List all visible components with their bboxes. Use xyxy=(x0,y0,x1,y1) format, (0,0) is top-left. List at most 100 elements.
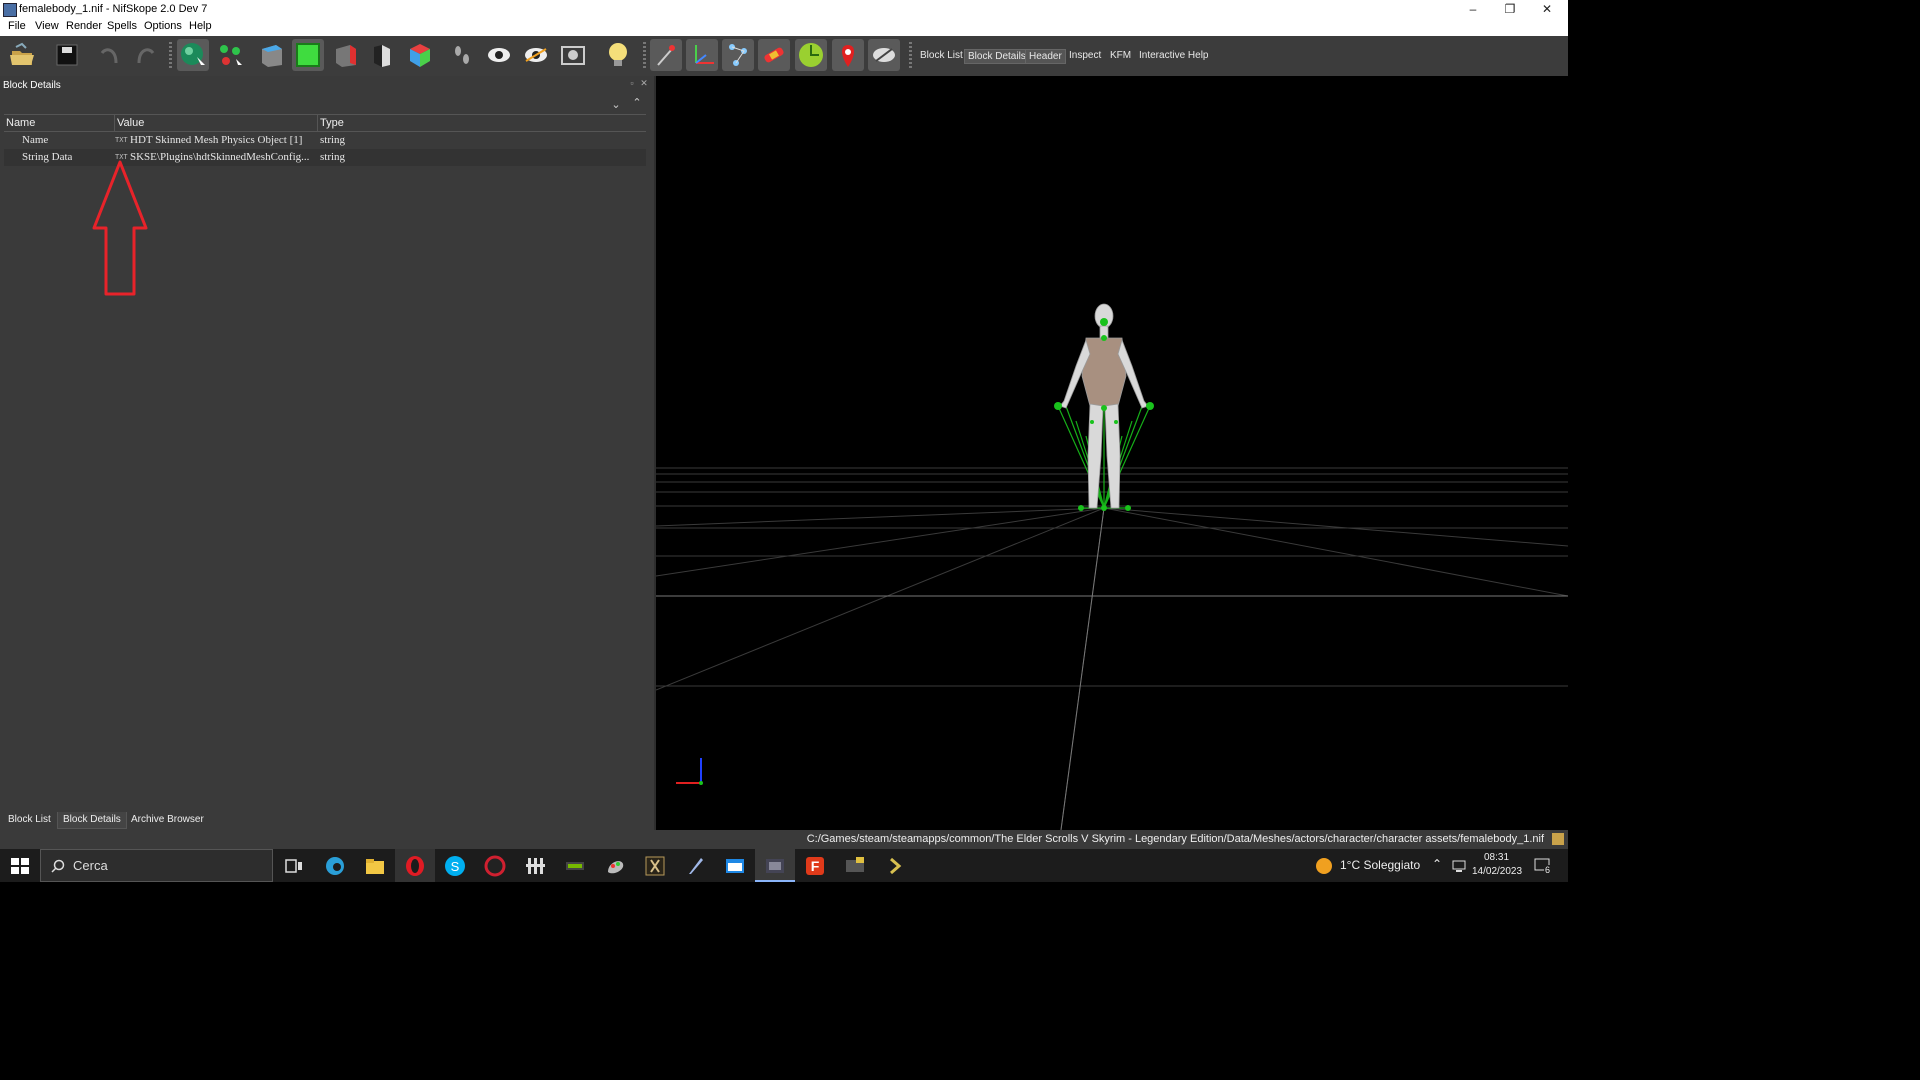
skype-icon[interactable]: S xyxy=(443,854,467,878)
opera-browser-icon[interactable] xyxy=(403,854,427,878)
havok-icon[interactable] xyxy=(795,39,827,71)
open-file-icon[interactable] xyxy=(6,39,38,71)
weather-sun-icon[interactable] xyxy=(1312,854,1336,878)
constraints-icon[interactable] xyxy=(758,39,790,71)
minimize-button[interactable]: – xyxy=(1454,0,1492,18)
tab-header[interactable]: Header xyxy=(1025,49,1066,64)
lighting-bulb-icon[interactable] xyxy=(602,39,634,71)
axes-icon[interactable] xyxy=(686,39,718,71)
shading-cube-icon[interactable] xyxy=(256,39,288,71)
nvidia-app-icon[interactable] xyxy=(563,854,587,878)
tab-kfm[interactable]: KFM xyxy=(1107,49,1134,62)
game-app-icon[interactable] xyxy=(483,854,507,878)
select-object-icon[interactable] xyxy=(177,39,209,71)
menu-bar: File View Render Spells Options Help xyxy=(0,18,1568,36)
nifskope-app-icon xyxy=(3,3,17,17)
column-header-name[interactable]: Name xyxy=(4,115,115,131)
visibility-eye-icon[interactable] xyxy=(483,39,515,71)
title-bar: femalebody_1.nif - NifSkope 2.0 Dev 7 – … xyxy=(0,0,1568,18)
file-path: C:/Games/steam/steamapps/common/The Elde… xyxy=(806,833,1544,845)
svg-text:S: S xyxy=(451,859,460,874)
hidden-eye-icon[interactable] xyxy=(520,39,552,71)
red-arrow-annotation xyxy=(92,160,148,296)
redo-icon[interactable] xyxy=(129,39,161,71)
undo-icon[interactable] xyxy=(94,39,126,71)
nodes-icon[interactable] xyxy=(722,39,754,71)
expand-all-icon[interactable]: ⌄ xyxy=(611,100,621,111)
menu-render[interactable]: Render xyxy=(66,20,102,32)
grid-floor xyxy=(656,303,1568,830)
glow-cube-icon[interactable] xyxy=(404,39,436,71)
restore-button[interactable]: ❐ xyxy=(1491,0,1529,18)
taskbar-search[interactable]: Cerca xyxy=(40,849,273,882)
hidden-objects-eye-icon[interactable] xyxy=(868,39,900,71)
window-app-icon[interactable] xyxy=(723,854,747,878)
dock-tab-block-details[interactable]: Block Details xyxy=(57,812,127,829)
terminal-app-icon[interactable] xyxy=(883,854,907,878)
dock-tab-block-list[interactable]: Block List xyxy=(3,812,56,828)
collapse-all-icon[interactable]: ⌃ xyxy=(632,98,642,109)
row-type: string xyxy=(320,151,346,163)
markers-pin-icon[interactable] xyxy=(832,39,864,71)
windows-start-icon[interactable] xyxy=(8,854,32,878)
save-icon[interactable] xyxy=(54,39,86,71)
notification-count: 6 xyxy=(1544,865,1552,875)
screenshot-icon[interactable] xyxy=(557,39,589,71)
chat-app-icon[interactable] xyxy=(843,854,867,878)
quill-app-icon[interactable] xyxy=(683,854,707,878)
tab-interactive-help[interactable]: Interactive Help xyxy=(1136,49,1211,62)
network-icon[interactable] xyxy=(1451,859,1467,873)
column-header-value[interactable]: Value xyxy=(115,115,318,131)
window-title: femalebody_1.nif - NifSkope 2.0 Dev 7 xyxy=(19,3,208,15)
menu-options[interactable]: Options xyxy=(144,20,182,32)
main-toolbar: Block List Block Details Header Inspect … xyxy=(0,36,1568,77)
edge-browser-icon[interactable] xyxy=(323,854,347,878)
folder-icon[interactable] xyxy=(1552,833,1564,845)
nifskope-taskbar-icon[interactable] xyxy=(763,854,787,878)
render-viewport[interactable] xyxy=(656,76,1568,830)
vertex-colors-cube-icon[interactable] xyxy=(330,39,362,71)
tab-inspect[interactable]: Inspect xyxy=(1066,49,1104,62)
specular-icon[interactable] xyxy=(366,39,398,71)
dock-tabs: Block List Block Details Archive Browser xyxy=(0,810,654,830)
row-name: String Data xyxy=(22,151,73,163)
creation-kit-icon[interactable] xyxy=(643,854,667,878)
search-placeholder: Cerca xyxy=(73,858,108,873)
task-view-icon[interactable] xyxy=(282,854,306,878)
clock-date[interactable]: 14/02/2023 xyxy=(1472,866,1522,877)
f-app-icon[interactable]: F xyxy=(803,854,827,878)
search-icon xyxy=(51,859,65,873)
paint-app-icon[interactable] xyxy=(603,854,627,878)
menu-view[interactable]: View xyxy=(35,20,59,32)
row-value[interactable]: SKSE\Plugins\hdtSkinnedMeshConfig... xyxy=(130,151,309,163)
menu-file[interactable]: File xyxy=(8,20,26,32)
row-value-cell: TXT HDT Skinned Mesh Physics Object [1] xyxy=(115,132,318,149)
close-panel-icon[interactable]: ✕ xyxy=(639,78,649,88)
row-value[interactable]: HDT Skinned Mesh Physics Object [1] xyxy=(130,134,302,146)
close-button[interactable]: ✕ xyxy=(1528,0,1566,18)
pointer-icon[interactable] xyxy=(650,39,682,71)
row-type: string xyxy=(320,134,346,146)
tab-block-list[interactable]: Block List xyxy=(917,49,966,62)
table-row[interactable]: Name TXT HDT Skinned Mesh Physics Object … xyxy=(4,132,646,149)
dock-tab-archive-browser[interactable]: Archive Browser xyxy=(126,812,209,828)
mod-organizer-icon[interactable] xyxy=(523,854,547,878)
status-bar: C:/Games/steam/steamapps/common/The Elde… xyxy=(0,830,1568,849)
weather-text[interactable]: 1°C Soleggiato xyxy=(1340,858,1420,872)
column-header-type[interactable]: Type xyxy=(318,115,646,131)
panel-title: Block Details xyxy=(3,80,61,91)
axis-gizmo xyxy=(676,758,703,785)
textures-cube-icon[interactable] xyxy=(292,39,324,71)
menu-help[interactable]: Help xyxy=(189,20,212,32)
string-type-icon: TXT xyxy=(115,136,128,144)
footprints-icon[interactable] xyxy=(446,39,478,71)
float-panel-icon[interactable]: ▫ xyxy=(627,78,637,88)
menu-spells[interactable]: Spells xyxy=(107,20,137,32)
windows-taskbar: Cerca S F 1°C Soleggiato ⌃ 08:31 14/02/2… xyxy=(0,849,1568,882)
tab-block-details[interactable]: Block Details xyxy=(964,49,1030,64)
clock-time[interactable]: 08:31 xyxy=(1484,852,1509,863)
select-vertex-icon[interactable] xyxy=(214,39,246,71)
row-name: Name xyxy=(22,134,49,146)
file-explorer-icon[interactable] xyxy=(363,854,387,878)
chevron-up-icon[interactable]: ⌃ xyxy=(1432,857,1442,871)
